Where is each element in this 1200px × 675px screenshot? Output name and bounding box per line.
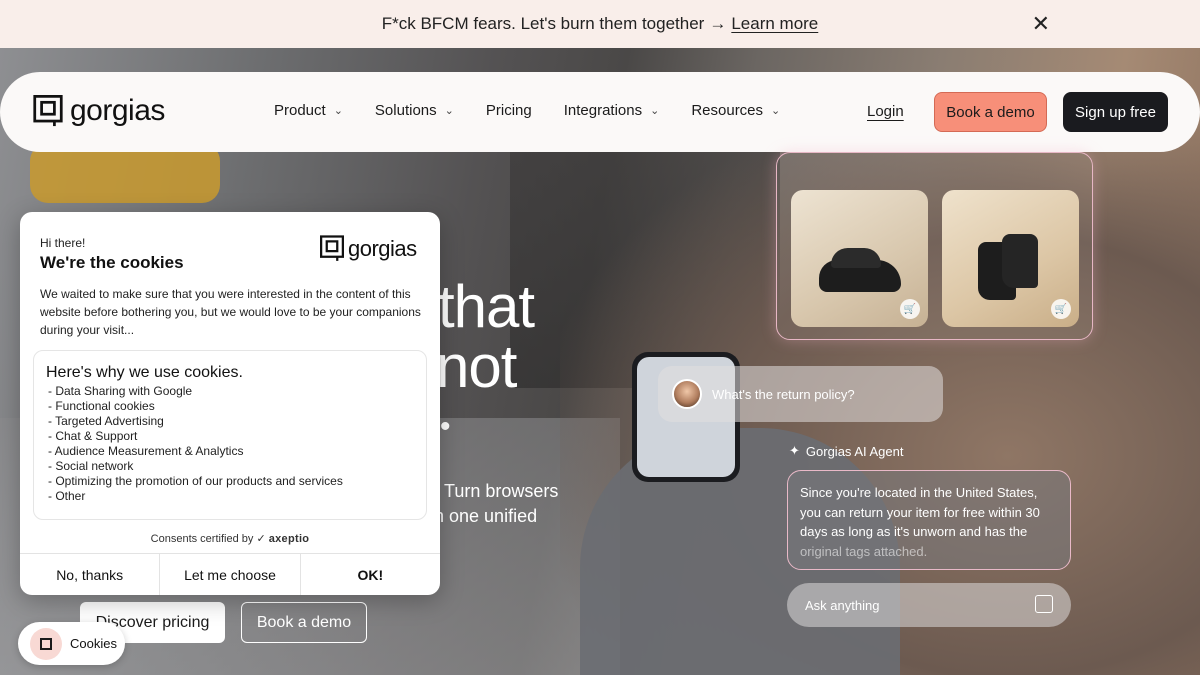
ok-button[interactable]: OK! — [301, 554, 440, 595]
certifier-name[interactable]: axeptio — [269, 533, 310, 545]
cookie-reasons-list: Data Sharing with Google Functional cook… — [46, 384, 414, 504]
image-upload-icon[interactable] — [1035, 595, 1053, 613]
nav-item-product[interactable]: Product ⌄ — [274, 102, 343, 119]
hero-headline-dot: • — [440, 410, 450, 443]
hero-book-demo-button[interactable]: Book a demo — [241, 602, 367, 643]
cookies-label: Cookies — [70, 636, 117, 651]
sparkle-icon: ✦ — [789, 443, 800, 458]
chevron-down-icon: ⌄ — [771, 105, 781, 117]
list-item: Chat & Support — [46, 429, 414, 444]
book-demo-button[interactable]: Book a demo — [934, 92, 1047, 132]
list-item: Data Sharing with Google — [46, 384, 414, 399]
agent-answer-bubble: Since you're located in the United State… — [787, 470, 1071, 570]
cookie-icon — [30, 627, 62, 660]
login-link[interactable]: Login — [867, 103, 904, 120]
cookie-brand-logo: gorgias — [320, 235, 417, 262]
cookies-button[interactable]: Cookies — [18, 622, 125, 665]
nav-item-pricing[interactable]: Pricing — [486, 102, 532, 119]
hero-subtext-line2: n one unified — [434, 506, 538, 526]
brand-logo[interactable]: gorgias — [32, 94, 165, 128]
chevron-down-icon: ⌄ — [333, 105, 343, 117]
ask-placeholder: Ask anything — [805, 597, 880, 613]
certified-text: Consents certified by — [150, 533, 254, 545]
cookie-reasons-box: Here's why we use cookies. Data Sharing … — [33, 350, 427, 520]
agent-answer-fade: original tags attached. — [800, 543, 928, 559]
hero-headline-line2: not — [436, 333, 517, 400]
nav-item-label: Solutions — [374, 102, 437, 119]
nav-menu: Product ⌄ Solutions ⌄ Pricing Integratio… — [274, 102, 812, 119]
learn-more-link[interactable]: Learn more — [731, 14, 818, 34]
list-item: Functional cookies — [46, 399, 414, 414]
chevron-down-icon: ⌄ — [444, 105, 454, 117]
agent-label: ✦ Gorgias AI Agent — [789, 443, 903, 459]
cookie-brand-name: gorgias — [348, 235, 417, 261]
cookie-title: We're the cookies — [40, 253, 184, 272]
axeptio-icon: ✓ — [256, 533, 266, 545]
list-item: Audience Measurement & Analytics — [46, 444, 414, 459]
gorgias-logo-icon — [33, 95, 63, 127]
cart-icon[interactable]: 🛒 — [1051, 299, 1071, 319]
customer-question-bubble: What's the return policy? — [658, 366, 943, 422]
cookie-intro: We waited to make sure that you were int… — [40, 287, 421, 337]
brand-name: gorgias — [70, 94, 165, 127]
boot-image-2 — [1002, 234, 1038, 288]
product-card-loafers[interactable]: 🛒 — [791, 190, 928, 327]
nav-item-label: Product — [274, 102, 326, 119]
arrow-right-icon: → — [709, 14, 727, 33]
cookie-actions: No, thanks Let me choose OK! — [20, 553, 440, 595]
nav-item-label: Integrations — [563, 102, 643, 119]
cookie-reasons-title: Here's why we use cookies. — [46, 364, 243, 381]
let-me-choose-button[interactable]: Let me choose — [160, 554, 301, 595]
nav-item-integrations[interactable]: Integrations ⌄ — [564, 102, 660, 119]
nav-item-label: Resources — [691, 102, 764, 119]
announcement-bar: F*ck BFCM fears. Let's burn them togethe… — [0, 0, 1200, 48]
signup-button[interactable]: Sign up free — [1063, 92, 1168, 132]
announcement-text: F*ck BFCM fears. Let's burn them togethe… — [381, 14, 705, 33]
chevron-down-icon: ⌄ — [650, 105, 660, 117]
product-cards: 🛒 🛒 — [776, 152, 1093, 340]
agent-answer: Since you're located in the United State… — [800, 485, 1040, 539]
loafer-image-2 — [831, 248, 881, 268]
list-item: Social network — [46, 459, 414, 474]
nav-item-resources[interactable]: Resources ⌄ — [691, 102, 780, 119]
hero-subtext-line1: Turn browsers — [444, 481, 559, 501]
list-item: Targeted Advertising — [46, 414, 414, 429]
no-thanks-button[interactable]: No, thanks — [20, 554, 161, 595]
consent-certification: Consents certified by ✓ axeptio — [20, 532, 440, 545]
avatar — [672, 379, 702, 409]
cookie-greeting: Hi there! — [40, 236, 86, 250]
list-item: Optimizing the promotion of our products… — [46, 474, 414, 489]
cart-icon[interactable]: 🛒 — [900, 299, 920, 319]
ask-input[interactable]: Ask anything — [787, 583, 1071, 627]
customer-question: What's the return policy? — [712, 386, 855, 402]
nav-item-label: Pricing — [485, 102, 532, 119]
gorgias-logo-icon — [320, 235, 344, 261]
close-icon[interactable]: ✕ — [1032, 12, 1050, 36]
product-card-boots[interactable]: 🛒 — [942, 190, 1079, 327]
list-item: Other — [46, 489, 414, 504]
cookie-consent-dialog: Hi there! We're the cookies gorgias We w… — [20, 212, 440, 595]
taxi-image — [30, 143, 220, 203]
agent-name: Gorgias AI Agent — [805, 443, 904, 459]
nav-item-solutions[interactable]: Solutions ⌄ — [375, 102, 454, 119]
hero-headline-line1: that — [438, 273, 535, 340]
